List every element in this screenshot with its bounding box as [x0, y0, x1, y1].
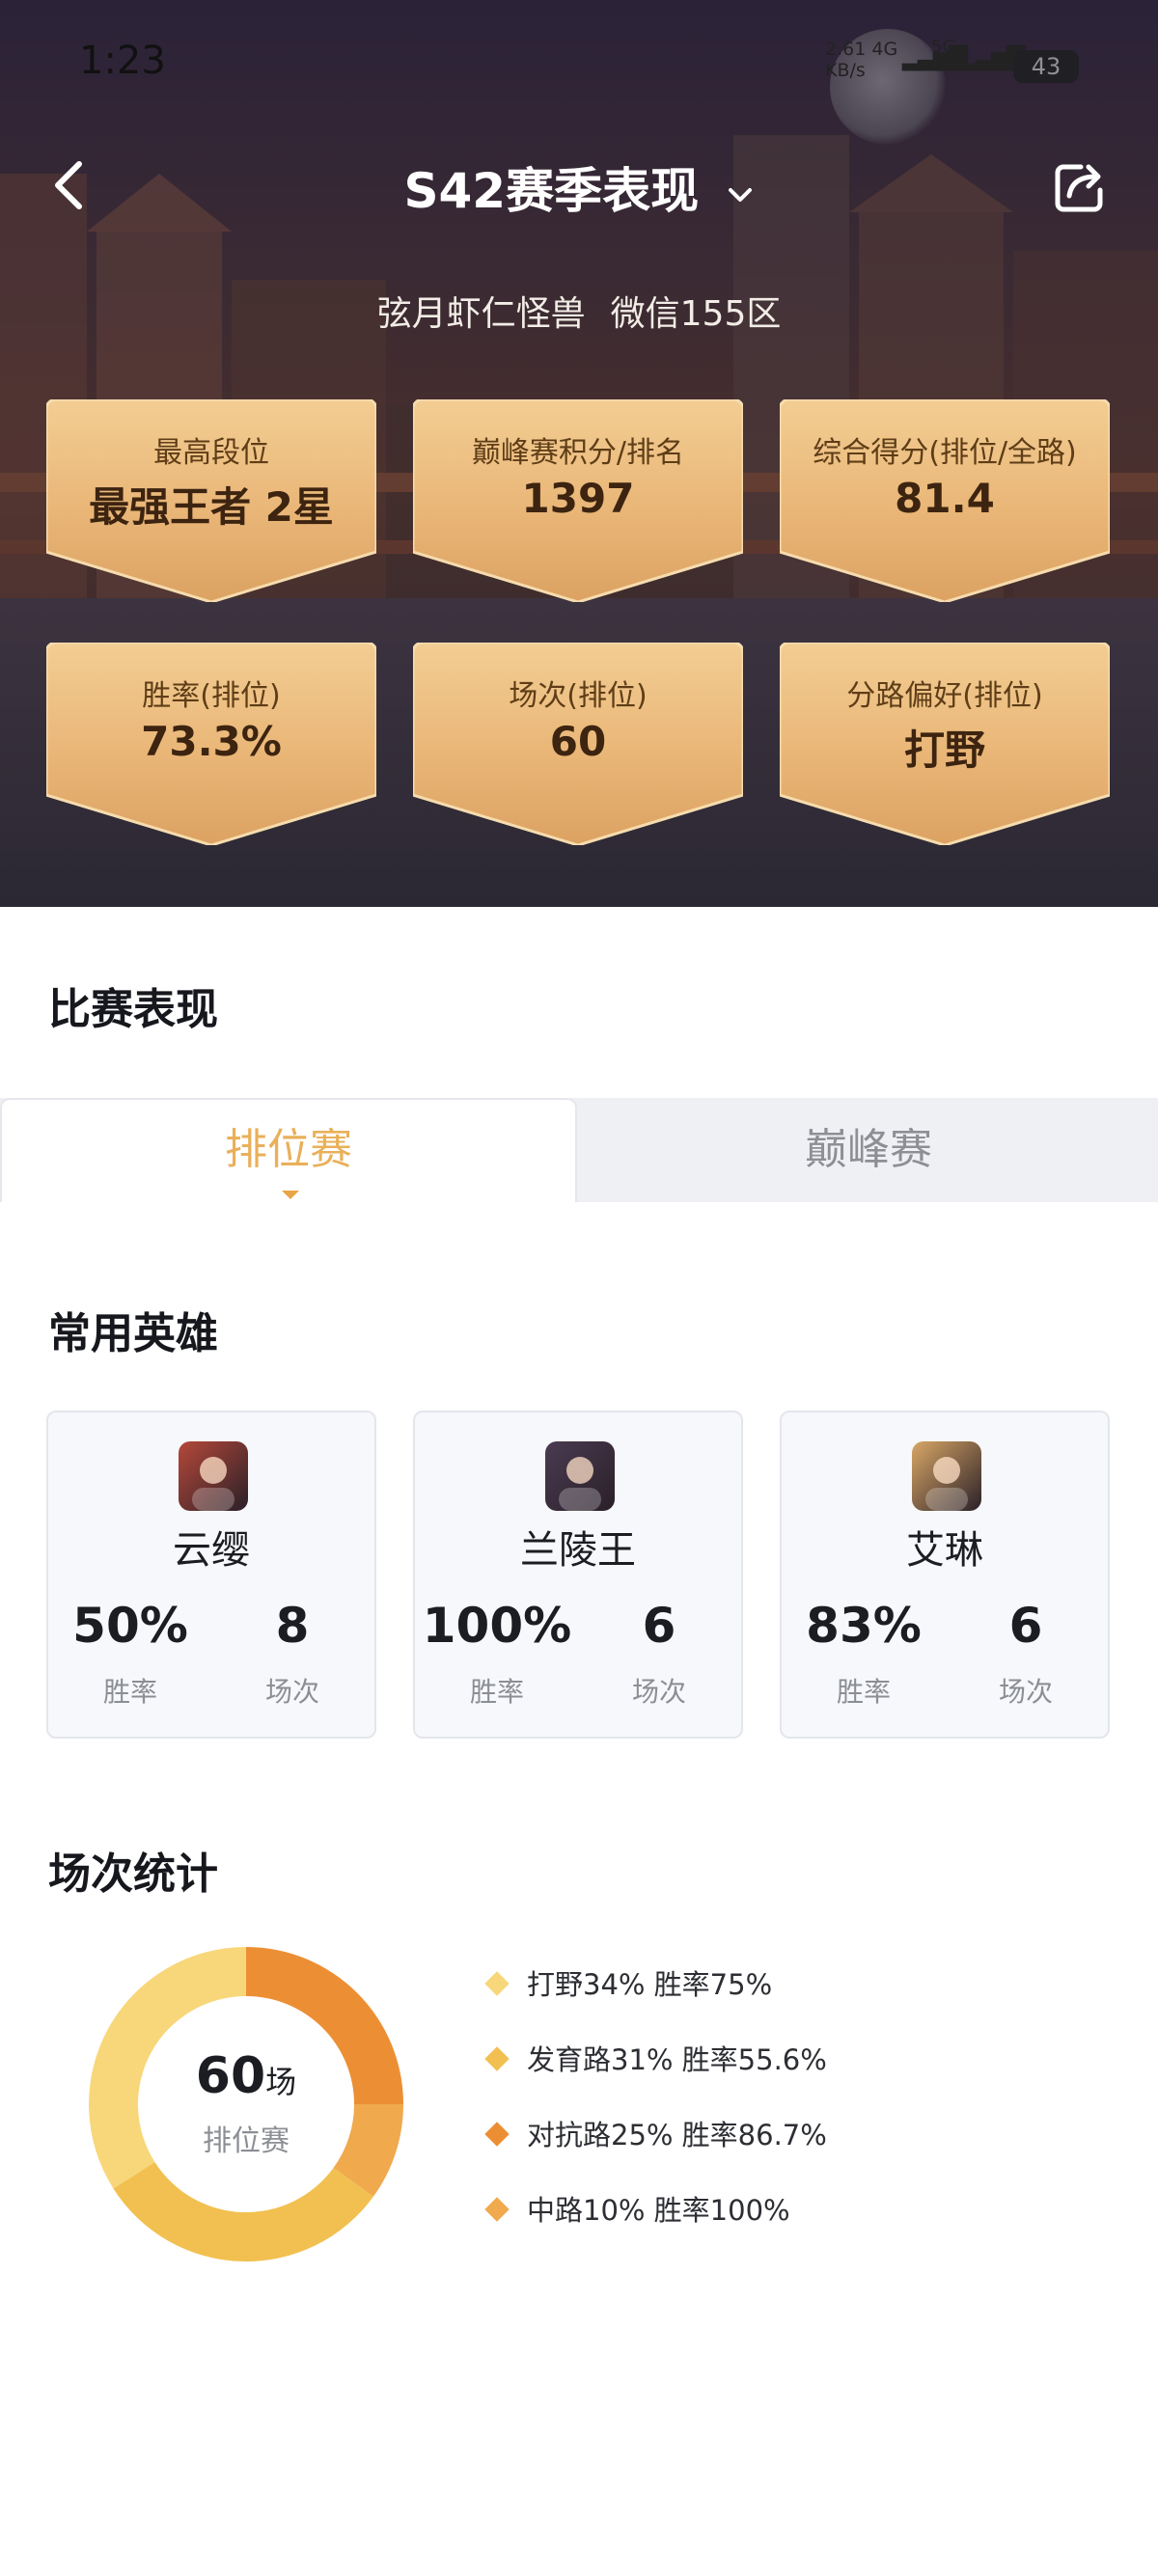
match-type-tabs: 排位赛 巅峰赛	[0, 1098, 1158, 1202]
donut-total-label: 排位赛	[203, 2124, 290, 2158]
performance-title: 比赛表现	[48, 985, 218, 1034]
stat-card-overall-score: 综合得分(排位/全路) 81.4	[780, 399, 1110, 602]
tab-peak[interactable]: 巅峰赛	[579, 1098, 1158, 1202]
stat-card-highest-rank: 最高段位最强王者 2星	[46, 399, 376, 602]
hero-win-rate: 100%	[422, 1598, 572, 1654]
hero-name: 兰陵王	[520, 1528, 636, 1573]
legend-diamond-icon	[484, 2197, 510, 2222]
stat-value: 60	[549, 718, 607, 765]
legend-item: 中路10% 胜率100%	[484, 2188, 790, 2231]
season-selector[interactable]: S42赛季表现	[0, 152, 1158, 222]
network-type-5g: 5G	[931, 37, 956, 57]
share-icon[interactable]	[1052, 159, 1108, 215]
chevron-down-icon	[728, 187, 752, 202]
hero-games-label: 场次	[631, 1676, 686, 1708]
stat-card-win-rate: 胜率(排位) 73.3%	[46, 643, 376, 845]
legend-item: 发育路31% 胜率55.6%	[484, 2038, 827, 2080]
stat-value: 81.4	[895, 475, 995, 522]
hero-win-rate-label: 胜率	[469, 1676, 524, 1708]
hero-win-rate: 50%	[72, 1598, 188, 1654]
hero-games-label: 场次	[264, 1676, 319, 1708]
player-info: 弦月虾仁怪兽 微信155区	[0, 286, 1158, 336]
hero-avatar	[179, 1441, 248, 1511]
player-server: 微信155区	[610, 294, 782, 334]
donut-segment	[113, 2162, 373, 2261]
legend-diamond-icon	[484, 2046, 510, 2071]
legend-item: 对抗路25% 胜率86.7%	[484, 2113, 827, 2155]
hero-games: 6	[1008, 1598, 1043, 1654]
hero-games-label: 场次	[998, 1676, 1053, 1708]
player-name: 弦月虾仁怪兽	[376, 294, 586, 334]
page-title: S42赛季表现	[403, 163, 700, 219]
battery-icon: 43	[1013, 50, 1079, 83]
game-stats-title: 场次统计	[48, 1850, 218, 1899]
stat-value: 最强王者 2星	[89, 483, 334, 531]
hero-card[interactable]: 兰陵王 100% 6 胜率 场次	[413, 1411, 743, 1739]
legend-label: 发育路31% 胜率55.6%	[527, 2043, 827, 2076]
hero-win-rate-label: 胜率	[102, 1676, 157, 1708]
stat-label: 胜率(排位)	[142, 679, 281, 713]
legend-label: 对抗路25% 胜率86.7%	[527, 2119, 827, 2151]
legend-diamond-icon	[484, 2122, 510, 2147]
stat-card-peak-score: 巅峰赛积分/排名 1397	[413, 399, 743, 602]
heroes-title: 常用英雄	[48, 1309, 218, 1358]
stat-value: 打野	[903, 726, 985, 774]
active-tab-indicator	[282, 1191, 299, 1199]
stat-card-games-count: 场次(排位) 60	[413, 643, 743, 845]
stat-label: 最高段位	[153, 436, 269, 470]
hero-card[interactable]: 云缨 50% 8 胜率 场次	[46, 1411, 376, 1739]
stat-value: 73.3%	[141, 718, 282, 765]
stat-label: 巅峰赛积分/排名	[471, 436, 685, 470]
stat-label: 场次(排位)	[509, 679, 648, 713]
legend-item: 打野34% 胜率75%	[484, 1962, 773, 2005]
status-bar: 1:23 2.61 4G KB/s ▂▃▅▇ 5G ▂▃▅▇ 43	[0, 0, 1158, 125]
hero-card[interactable]: 艾琳 83% 6 胜率 场次	[780, 1411, 1110, 1739]
stat-value: 1397	[521, 475, 635, 522]
hero-win-rate: 83%	[806, 1598, 922, 1654]
donut-total: 60场	[195, 2047, 297, 2105]
hero-win-rate-label: 胜率	[836, 1676, 891, 1708]
hero-avatar	[545, 1441, 615, 1511]
hero-games: 6	[642, 1598, 676, 1654]
stat-card-lane-preference: 分路偏好(排位) 打野	[780, 643, 1110, 845]
legend-label: 打野34% 胜率75%	[527, 1968, 773, 2001]
hero-name: 云缨	[173, 1528, 250, 1573]
network-speed: 2.61 4G KB/s	[825, 39, 898, 81]
stat-label: 综合得分(排位/全路)	[813, 436, 1077, 470]
hero-name: 艾琳	[906, 1528, 983, 1573]
hero-games: 8	[275, 1598, 310, 1654]
status-time: 1:23	[79, 39, 166, 83]
legend-diamond-icon	[484, 1971, 510, 1996]
tab-ranked[interactable]: 排位赛	[0, 1098, 577, 1202]
legend-label: 中路10% 胜率100%	[527, 2194, 790, 2227]
stat-label: 分路偏好(排位)	[846, 679, 1043, 713]
hero-avatar	[912, 1441, 981, 1511]
